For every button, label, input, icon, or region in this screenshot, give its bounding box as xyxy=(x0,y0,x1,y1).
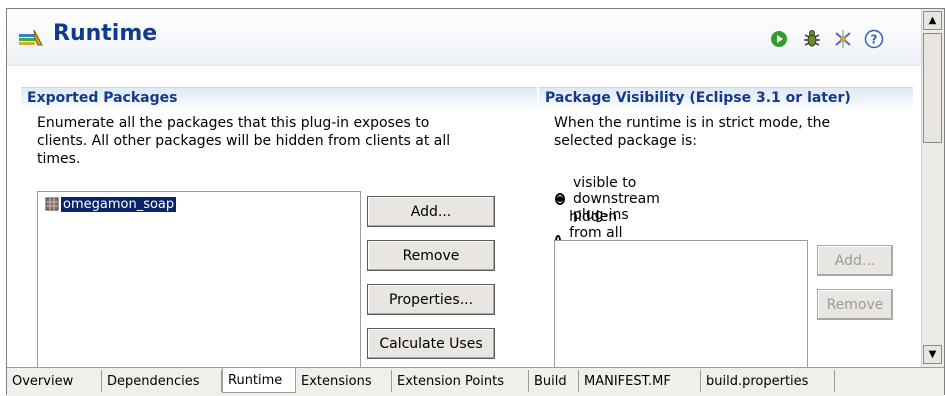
form-header: Runtime ? xyxy=(7,9,943,66)
tab-overview[interactable]: Overview xyxy=(7,370,102,392)
tab-build[interactable]: Build xyxy=(529,370,579,392)
remove-package-button[interactable]: Remove xyxy=(367,240,495,271)
add-package-button[interactable]: Add... xyxy=(367,196,495,227)
run-icon[interactable] xyxy=(769,29,789,49)
tab-extension-points[interactable]: Extension Points xyxy=(392,370,529,392)
description-line: Enumerate all the packages that this plu… xyxy=(37,115,430,131)
scroll-thumb[interactable] xyxy=(923,33,942,143)
section-title: Package Visibility (Eclipse 3.1 or later… xyxy=(545,90,851,106)
list-item[interactable]: omegamon_soap xyxy=(44,195,178,213)
properties-button[interactable]: Properties... xyxy=(367,284,495,315)
radio-selected-icon xyxy=(555,193,565,205)
exported-packages-header: Exported Packages xyxy=(21,87,537,112)
package-icon xyxy=(45,197,59,211)
add-plugin-button[interactable]: Add... xyxy=(817,245,893,276)
package-visibility-header: Package Visibility (Eclipse 3.1 or later… xyxy=(539,87,913,112)
debug-icon[interactable] xyxy=(802,29,822,49)
tab-build-properties[interactable]: build.properties xyxy=(701,370,835,392)
package-visibility-description: When the runtime is in strict mode, the … xyxy=(554,114,894,150)
profile-icon[interactable] xyxy=(833,29,853,49)
tab-extensions[interactable]: Extensions xyxy=(296,370,392,392)
page-title: Runtime xyxy=(53,21,158,46)
tab-manifest[interactable]: MANIFEST.MF xyxy=(579,370,701,392)
description-line: clients. All other packages will be hidd… xyxy=(37,133,451,149)
description-line: selected package is: xyxy=(554,133,698,149)
tab-dependencies[interactable]: Dependencies xyxy=(102,370,222,392)
scroll-down-icon[interactable]: ▼ xyxy=(923,345,942,364)
vertical-scrollbar[interactable]: ▲ ▼ xyxy=(921,9,944,367)
section-title: Exported Packages xyxy=(27,90,178,106)
svg-text:?: ? xyxy=(871,33,878,47)
scroll-up-icon[interactable]: ▲ xyxy=(923,11,942,30)
editor-tabs: Overview Dependencies Runtime Extensions… xyxy=(7,367,944,396)
runtime-icon xyxy=(19,29,43,46)
allowed-plugins-list[interactable] xyxy=(554,240,808,371)
runtime-editor: Runtime ? Exported Packages Enumerate al… xyxy=(6,8,945,396)
remove-plugin-button[interactable]: Remove xyxy=(817,289,893,320)
calculate-uses-button[interactable]: Calculate Uses xyxy=(367,328,495,359)
description-line: times. xyxy=(37,151,81,167)
exported-packages-list[interactable]: omegamon_soap xyxy=(37,191,361,371)
tab-runtime[interactable]: Runtime xyxy=(222,368,296,393)
exported-packages-description: Enumerate all the packages that this plu… xyxy=(37,114,507,168)
help-icon[interactable]: ? xyxy=(864,29,884,49)
package-name: omegamon_soap xyxy=(59,195,178,213)
description-line: When the runtime is in strict mode, the xyxy=(554,115,831,131)
